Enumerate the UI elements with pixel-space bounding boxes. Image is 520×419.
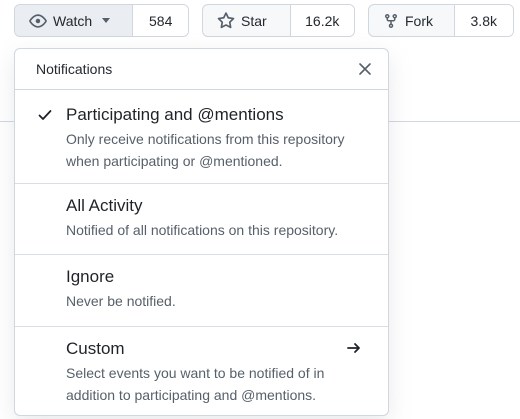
fork-button[interactable]: Fork <box>369 5 455 36</box>
chevron-down-icon <box>102 18 111 23</box>
star-button-group: Star 16.2k <box>202 4 355 37</box>
watch-button-group: Watch 584 <box>14 4 189 37</box>
menu-item-description: Only receive notifications from this rep… <box>66 131 345 169</box>
menu-item-custom[interactable]: Custom Select events you want to be noti… <box>15 327 388 415</box>
watch-button[interactable]: Watch <box>15 5 134 36</box>
star-label: Star <box>241 12 267 29</box>
watch-count[interactable]: 584 <box>133 5 188 36</box>
dropdown-title: Notifications <box>36 61 113 77</box>
arrow-right-icon <box>346 340 362 361</box>
star-count[interactable]: 16.2k <box>290 5 354 36</box>
menu-item-description: Never be notified. <box>66 293 176 309</box>
star-button[interactable]: Star <box>203 5 291 36</box>
menu-item-title: Custom <box>66 339 125 358</box>
star-icon <box>217 11 235 30</box>
close-icon[interactable] <box>356 60 374 78</box>
menu-item-ignore[interactable]: Ignore Never be notified. <box>15 255 388 327</box>
watch-label: Watch <box>53 12 93 29</box>
menu-item-title: Participating and @mentions <box>66 105 284 124</box>
fork-count[interactable]: 3.8k <box>454 5 513 36</box>
notifications-dropdown: Notifications Participating and @mention… <box>14 48 389 416</box>
fork-button-group: Fork 3.8k <box>368 4 514 37</box>
eye-icon <box>29 12 47 30</box>
menu-item-description: Notified of all notifications on this re… <box>66 222 339 238</box>
dropdown-header: Notifications <box>15 49 388 90</box>
menu-item-all-activity[interactable]: All Activity Notified of all notificatio… <box>15 184 388 255</box>
menu-item-description: Select events you want to be notified of… <box>66 365 325 403</box>
menu-item-title: Ignore <box>66 267 115 286</box>
fork-label: Fork <box>405 12 433 29</box>
check-icon <box>37 107 53 128</box>
fork-icon <box>383 13 399 29</box>
menu-item-participating[interactable]: Participating and @mentions Only receive… <box>15 90 388 184</box>
menu-item-title: All Activity <box>66 196 143 215</box>
